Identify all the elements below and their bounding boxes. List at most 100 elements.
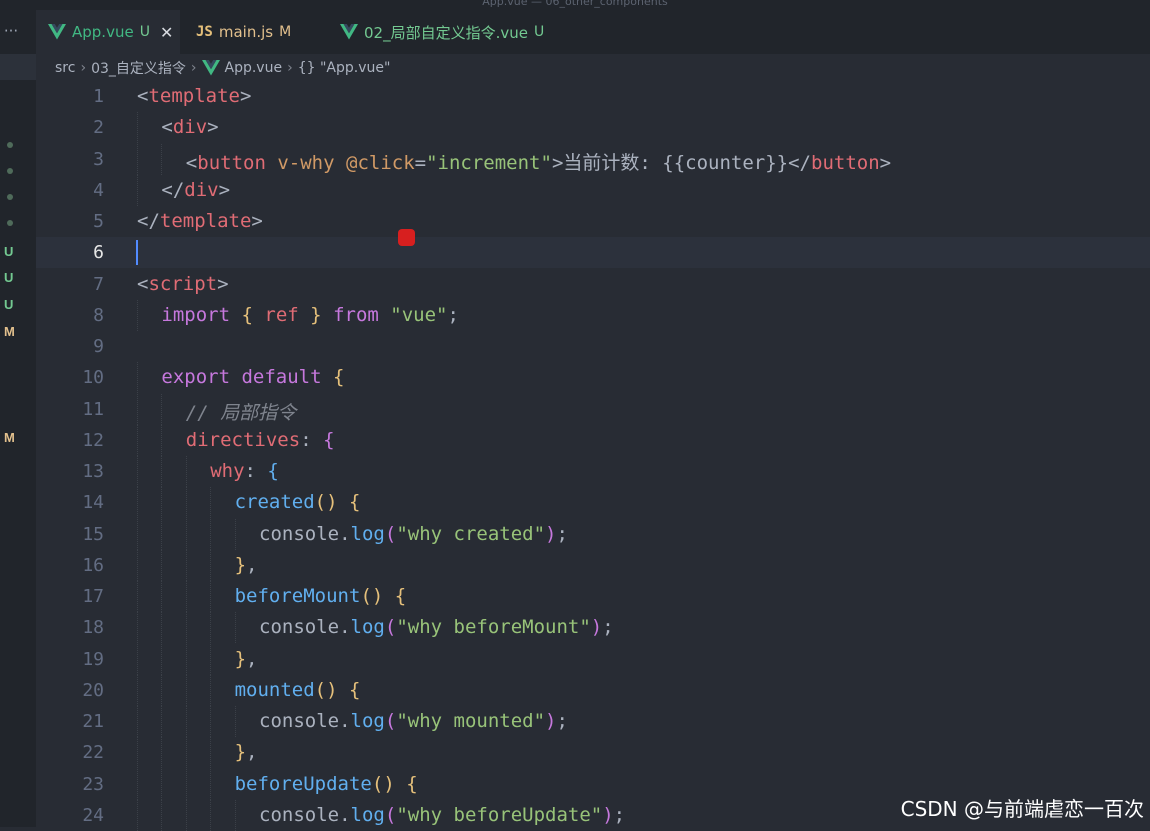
indent-guide	[210, 706, 212, 737]
line-number: 17	[82, 586, 104, 607]
indent-guide	[185, 549, 188, 581]
indent-guide	[161, 643, 163, 675]
code-token: "vue"	[390, 303, 448, 326]
line-number: 6	[93, 242, 104, 264]
indent-guide	[210, 674, 212, 706]
code-text: </div>	[161, 179, 230, 201]
code-text: <button v-why @click="increment">当前计数: {…	[186, 148, 891, 175]
chevron-right-icon: ›	[287, 59, 293, 76]
code-token: @click	[346, 151, 415, 174]
vue-icon	[48, 24, 66, 40]
code-line[interactable]: 16},	[36, 549, 1150, 581]
code-token: >	[239, 85, 252, 107]
indent-guide	[210, 768, 212, 800]
code-token: )	[590, 616, 603, 639]
git-status-untracked: U	[4, 244, 14, 259]
code-line[interactable]: 17 beforeMount() {	[36, 581, 1150, 612]
code-token: .	[339, 616, 351, 639]
breadcrumb-symbol[interactable]: {} "App.vue"	[298, 60, 391, 76]
code-line[interactable]: 21 console.log("why mounted");	[36, 706, 1150, 737]
code-text: why: {	[210, 460, 279, 482]
indent-guide	[137, 706, 139, 737]
code-line[interactable]: 20 mounted() {	[36, 674, 1150, 706]
code-token: <	[137, 272, 149, 295]
code-token: {	[333, 366, 345, 389]
indent-guide	[210, 518, 212, 550]
code-token: (	[384, 803, 397, 826]
line-number: 13	[82, 461, 104, 482]
code-text: },	[235, 648, 258, 670]
indent-guide	[161, 487, 163, 519]
code-line[interactable]: 15 console.log("why created");	[36, 518, 1150, 550]
code-line[interactable]: 1 <template>	[36, 81, 1150, 112]
code-editor[interactable]: 1 <template> 2 <div> 3 <button v-why @click="…	[36, 81, 1150, 831]
git-status-untracked: U	[4, 297, 14, 312]
folder-dot	[7, 220, 13, 226]
line-number: 16	[82, 554, 104, 576]
code-line[interactable]: 11 // 局部指令	[36, 393, 1150, 425]
code-line[interactable]: 14 created() {	[36, 487, 1150, 519]
code-line[interactable]: 12 directives: {	[36, 424, 1150, 456]
code-token: export	[161, 366, 231, 389]
code-line[interactable]: 18 console.log("why beforeMount");	[36, 612, 1150, 644]
code-token: }	[234, 647, 247, 670]
code-line[interactable]: 6	[36, 237, 1150, 269]
code-token: console	[259, 803, 340, 826]
code-token: }	[234, 553, 247, 576]
code-line[interactable]: 19},	[36, 643, 1150, 675]
code-line[interactable]: 10 export default {	[36, 362, 1150, 394]
line-number: 21	[82, 711, 104, 732]
breadcrumb-folder[interactable]: 03_自定义指令	[91, 58, 186, 78]
breadcrumb-src[interactable]: src	[55, 60, 75, 76]
code-line[interactable]: 9	[36, 331, 1150, 362]
code-line[interactable]: 8 import { ref } from "vue";	[36, 299, 1150, 331]
more-actions-icon[interactable]: ···	[0, 20, 22, 42]
indent-guide	[185, 487, 188, 519]
line-number: 12	[82, 429, 104, 451]
breadcrumb-file[interactable]: App.vue	[225, 60, 283, 76]
code-token: ;	[613, 803, 626, 826]
line-number: 5	[93, 211, 104, 232]
close-icon[interactable]: ✕	[160, 23, 173, 42]
code-line[interactable]: 2 <div>	[36, 112, 1150, 144]
tab-local-directive-vue[interactable]: 02_局部自定义指令.vue U	[340, 10, 570, 54]
indent-guide	[137, 581, 139, 612]
code-line[interactable]: 4 </div>	[36, 174, 1150, 206]
code-token: template	[159, 210, 252, 232]
code-text: console.log("why mounted");	[259, 710, 568, 732]
indent-guide	[185, 612, 188, 644]
code-token: log	[350, 522, 385, 545]
code-line[interactable]: 22},	[36, 737, 1150, 769]
indent-guide	[210, 799, 212, 831]
code-token: {	[267, 460, 279, 482]
vue-icon	[201, 59, 220, 75]
code-token: >	[879, 151, 892, 174]
code-token: from	[333, 303, 379, 326]
code-token: {	[406, 772, 418, 795]
code-token: <	[137, 85, 149, 107]
code-token: ()	[360, 585, 384, 607]
indent-guide	[161, 424, 163, 456]
code-line[interactable]: 3 <button v-why @click="increment">当前计数: …	[36, 143, 1150, 175]
code-token: >	[218, 178, 231, 201]
indent-guide	[137, 643, 139, 675]
code-token: {	[349, 678, 361, 701]
code-line[interactable]: 5 </template>	[36, 206, 1150, 237]
indent-guide	[185, 643, 188, 675]
indent-guide	[137, 112, 139, 144]
code-line[interactable]: 13 why: {	[36, 456, 1150, 487]
code-line[interactable]: 7 <script>	[36, 269, 1150, 300]
tab-app-vue[interactable]: App.vue U ✕	[36, 10, 180, 54]
folder-dot	[7, 194, 13, 200]
tab-main-js[interactable]: JS main.js M	[196, 10, 326, 54]
indent-guide	[137, 487, 139, 519]
line-number: 22	[82, 742, 104, 764]
indent-guide	[137, 612, 139, 644]
code-token: log	[350, 616, 385, 639]
